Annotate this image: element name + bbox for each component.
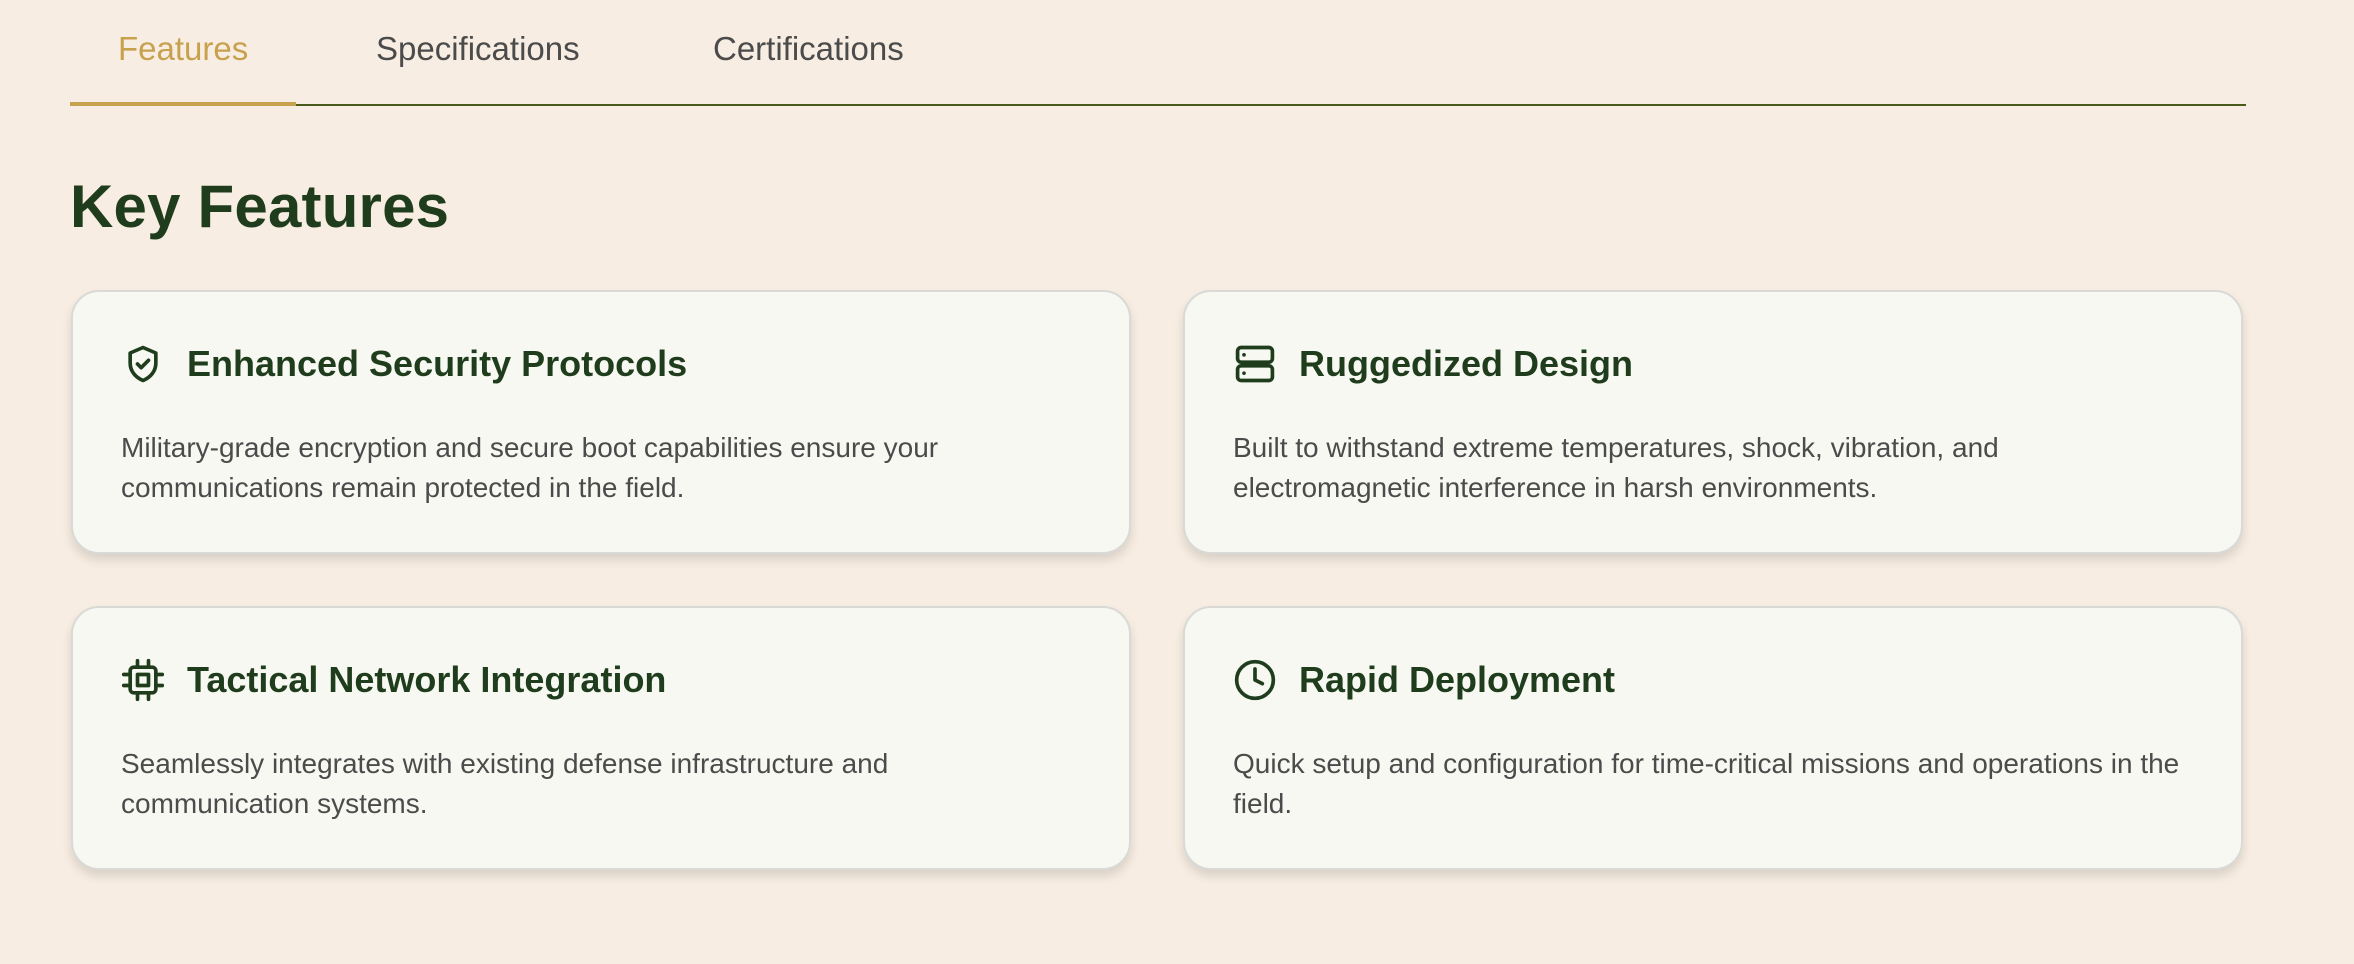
card-description: Quick setup and configuration for time-c… (1233, 748, 2180, 819)
card-header: Rapid Deployment (1233, 658, 1615, 702)
card-title: Rapid Deployment (1299, 659, 1616, 700)
card-title: Tactical Network Integration (187, 659, 667, 700)
card-header: Ruggedized Design (1233, 342, 1633, 386)
clock-icon (1233, 658, 1277, 702)
card-header: Tactical Network Integration (121, 658, 666, 702)
feature-card-rugged: Ruggedized Design Built to withstand ext… (1183, 290, 2243, 554)
shield-check-icon (121, 342, 165, 386)
card-header: Enhanced Security Protocols (121, 342, 687, 386)
feature-card-security: Enhanced Security Protocols Military-gra… (71, 290, 1131, 554)
tab-certifications[interactable]: Certifications (713, 30, 904, 104)
feature-card-network: Tactical Network Integration Seamlessly … (71, 606, 1131, 870)
tab-features[interactable]: Features (69, 30, 297, 106)
page-title: Key Features (70, 173, 450, 240)
server-icon (1233, 342, 1277, 386)
card-description: Seamlessly integrates with existing defe… (121, 748, 889, 819)
card-title: Enhanced Security Protocols (187, 343, 688, 384)
card-description: Built to withstand extreme temperatures,… (1233, 432, 1999, 503)
card-title: Ruggedized Design (1299, 343, 1634, 384)
tab-bar: Features Specifications Certifications (69, 0, 2246, 106)
tab-specifications[interactable]: Specifications (376, 30, 580, 104)
feature-card-deployment: Rapid Deployment Quick setup and configu… (1183, 606, 2243, 870)
card-description: Military-grade encryption and secure boo… (121, 432, 939, 503)
chip-icon (121, 658, 165, 702)
